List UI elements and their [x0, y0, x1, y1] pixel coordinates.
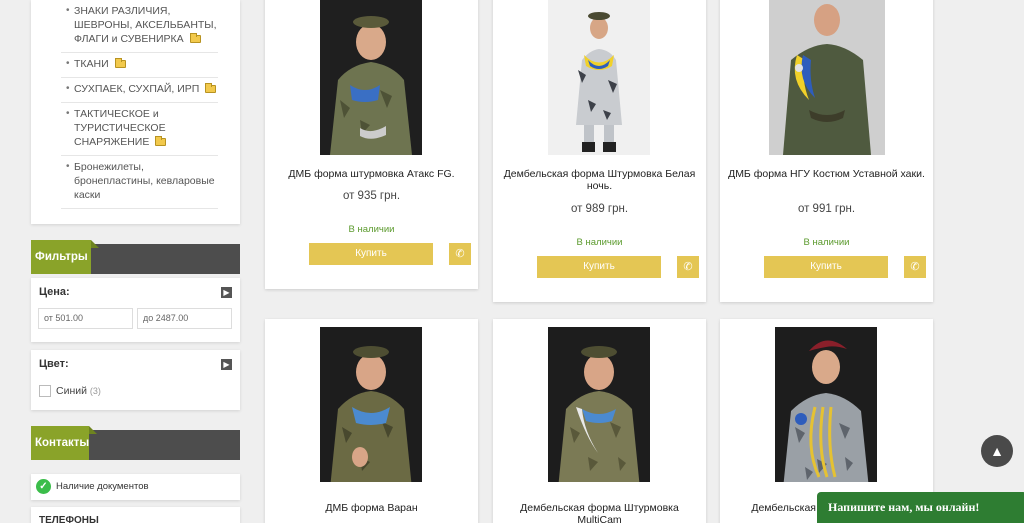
folder-icon — [189, 33, 201, 44]
product-image[interactable] — [320, 327, 422, 482]
folder-icon — [155, 136, 167, 147]
phones-box: ТЕЛЕФОНЫ — [31, 507, 240, 523]
bullet-icon: • — [66, 5, 70, 16]
product-title[interactable]: ДМБ форма НГУ Костюм Уставной хаки. — [726, 168, 927, 180]
color-option-blue[interactable]: Синий (3) — [39, 385, 101, 398]
category-label[interactable]: СУХПАЕК, СУХПАЙ, ИРП — [74, 83, 199, 95]
product-image[interactable] — [320, 0, 422, 155]
product-card[interactable]: Дембельская форма Штурмовка Белая ночь. … — [493, 0, 706, 302]
bullet-icon: • — [66, 161, 70, 172]
documents-item[interactable]: ✓ Наличие документов — [36, 479, 149, 495]
check-icon: ✓ — [36, 479, 51, 494]
color-checkbox[interactable] — [39, 385, 51, 398]
stock-status: В наличии — [348, 224, 395, 235]
product-title[interactable]: ДМБ форма штурмовка Атакс FG. — [271, 168, 472, 180]
product-card[interactable]: Дембельская форма Штурмовка MultiCam — [493, 319, 706, 523]
category-label[interactable]: ТАКТИЧЕСКОЕ и ТУРИСТИЧЕСКОЕ СНАРЯЖЕНИЕ — [74, 108, 166, 148]
product-image[interactable] — [775, 327, 877, 482]
product-title[interactable]: Дембельская форма Штурмовка MultiCam — [499, 502, 700, 523]
bullet-icon: • — [66, 83, 70, 94]
category-label[interactable]: ТКАНИ — [74, 58, 109, 70]
buy-button[interactable]: Купить — [537, 256, 661, 278]
product-price: от 989 грн. — [570, 203, 629, 215]
category-item[interactable]: • ЗНАКИ РАЗЛИЧИЯ, ШЕВРОНЫ, АКСЕЛЬБАНТЫ, … — [61, 0, 218, 53]
product-card[interactable]: ДМБ форма Варан — [265, 319, 478, 523]
filters-title: Фильтры — [31, 240, 99, 274]
product-title[interactable]: ДМБ форма Варан — [271, 502, 472, 514]
product-price: от 991 грн. — [797, 203, 856, 215]
phone-icon[interactable]: ✆ — [449, 243, 471, 265]
bullet-icon: • — [66, 58, 70, 69]
documents-box: ✓ Наличие документов — [31, 474, 240, 500]
contacts-header: Контакты — [31, 426, 240, 460]
phone-icon[interactable]: ✆ — [677, 256, 699, 278]
folder-icon — [114, 58, 126, 69]
buy-button[interactable]: Купить — [764, 256, 888, 278]
category-item[interactable]: • ТКАНИ — [61, 53, 218, 78]
product-image[interactable] — [769, 0, 885, 155]
phone-icon[interactable]: ✆ — [904, 256, 926, 278]
product-card[interactable]: ДМБ форма штурмовка Атакс FG. от 935 грн… — [265, 0, 478, 289]
online-chat-button[interactable]: Напишите нам, мы онлайн! — [817, 492, 1024, 523]
category-menu: • ЗНАКИ РАЗЛИЧИЯ, ШЕВРОНЫ, АКСЕЛЬБАНТЫ, … — [31, 0, 240, 224]
folder-icon — [205, 83, 217, 94]
price-filter-title: Цена: — [39, 286, 70, 298]
bullet-icon: • — [66, 108, 70, 119]
color-filter-title: Цвет: — [39, 358, 69, 370]
arrow-right-icon[interactable]: ▶ — [221, 359, 232, 370]
product-price: от 935 грн. — [342, 190, 401, 202]
stock-status: В наличии — [803, 237, 850, 248]
price-filter: Цена: ▶ от 501.00 до 2487.00 — [31, 278, 240, 342]
color-option-label: Синий — [56, 385, 87, 397]
category-item[interactable]: • ТАКТИЧЕСКОЕ и ТУРИСТИЧЕСКОЕ СНАРЯЖЕНИЕ — [61, 103, 218, 156]
category-label[interactable]: Бронежилеты, бронепластины, кевларовые к… — [74, 161, 215, 201]
product-image[interactable] — [548, 327, 650, 482]
product-title[interactable]: Дембельская форма Штурмовка Белая ночь. — [499, 168, 700, 192]
stock-status: В наличии — [576, 237, 623, 248]
documents-label: Наличие документов — [56, 481, 149, 493]
product-image[interactable] — [548, 0, 650, 155]
category-item[interactable]: • СУХПАЕК, СУХПАЙ, ИРП — [61, 78, 218, 103]
contacts-title: Контакты — [31, 426, 97, 460]
color-filter: Цвет: ▶ Синий (3) — [31, 350, 240, 410]
arrow-up-icon[interactable]: ▲ — [981, 435, 1013, 467]
category-item[interactable]: • Бронежилеты, бронепластины, кевларовые… — [61, 156, 218, 209]
arrow-right-icon[interactable]: ▶ — [221, 287, 232, 298]
buy-button[interactable]: Купить — [309, 243, 433, 265]
color-count: (3) — [89, 386, 101, 396]
price-from-input[interactable]: от 501.00 — [38, 308, 133, 329]
product-card[interactable]: ДМБ форма НГУ Костюм Уставной хаки. от 9… — [720, 0, 933, 302]
phones-title: ТЕЛЕФОНЫ — [39, 515, 99, 523]
filters-header: Фильтры — [31, 240, 240, 274]
price-to-input[interactable]: до 2487.00 — [137, 308, 232, 329]
